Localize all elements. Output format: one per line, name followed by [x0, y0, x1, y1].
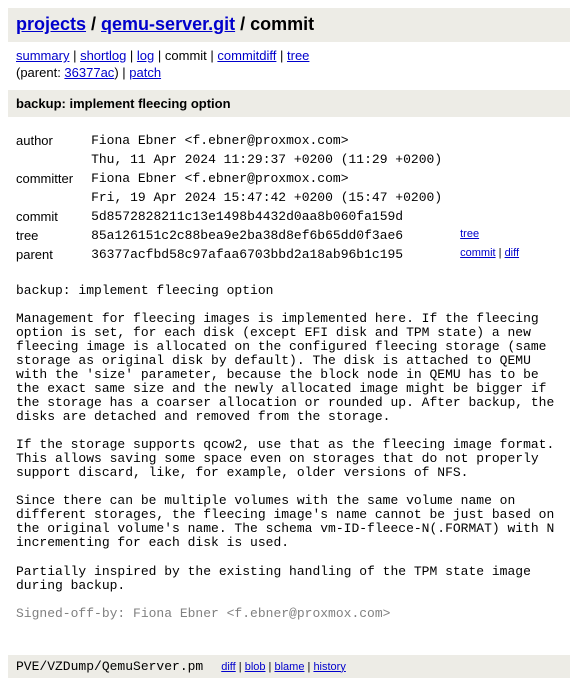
author-label: author	[16, 131, 91, 150]
sep: |	[496, 247, 505, 259]
msg-para: Partially inspired by the existing handl…	[16, 565, 562, 593]
sep: |	[154, 48, 165, 63]
meta-row-author-date: Thu, 11 Apr 2024 11:29:37 +0200 (11:29 +…	[16, 150, 537, 169]
parent-hash: 36377acfbd58c97afaa6703bbd2a18ab96b1c195	[91, 245, 460, 264]
meta-row-tree: tree 85a126151c2c88bea9e2ba38d8ef6b65dd0…	[16, 226, 537, 245]
committer-label: committer	[16, 169, 91, 188]
nav-shortlog[interactable]: shortlog	[80, 48, 126, 63]
sep: |	[69, 48, 80, 63]
repo-link[interactable]: qemu-server.git	[101, 14, 235, 34]
msg-subject: backup: implement fleecing option	[16, 284, 562, 298]
file-blob-link[interactable]: blob	[245, 661, 266, 673]
nav-commitdiff[interactable]: commitdiff	[217, 48, 276, 63]
sep: |	[266, 661, 275, 673]
commit-suffix: / commit	[235, 14, 314, 34]
tree-link[interactable]: tree	[460, 228, 479, 240]
parent-open: (parent:	[16, 65, 64, 80]
page-header: projects / qemu-server.git / commit	[8, 8, 570, 42]
sep: |	[126, 48, 137, 63]
author-value: Fiona Ebner <f.ebner@proxmox.com>	[91, 131, 460, 150]
meta-row-parent: parent 36377acfbd58c97afaa6703bbd2a18ab9…	[16, 245, 537, 264]
msg-para: If the storage supports qcow2, use that …	[16, 438, 562, 480]
parent-short-link[interactable]: 36377ac	[64, 65, 114, 80]
meta-table: author Fiona Ebner <f.ebner@proxmox.com>…	[16, 131, 537, 264]
sep: /	[86, 14, 101, 34]
meta-row-commit: commit 5d8572828211c13e1498b4432d0aa8b06…	[16, 207, 537, 226]
parent-line: (parent: 36377ac) | patch	[8, 65, 570, 90]
commit-message: backup: implement fleecing option Manage…	[8, 284, 570, 655]
nav-log[interactable]: log	[137, 48, 154, 63]
sep: |	[236, 661, 245, 673]
author-date: Thu, 11 Apr 2024 11:29:37 +0200 (11:29 +…	[91, 150, 460, 169]
file-name: PVE/VZDump/QemuServer.pm	[16, 659, 203, 674]
tree-label: tree	[16, 226, 91, 245]
file-diff-link[interactable]: diff	[221, 661, 235, 673]
msg-para: Since there can be multiple volumes with…	[16, 494, 562, 550]
patch-link[interactable]: patch	[129, 65, 161, 80]
sep: |	[207, 48, 218, 63]
nav: summary | shortlog | log | commit | comm…	[8, 42, 570, 65]
tree-hash: 85a126151c2c88bea9e2ba38d8ef6b65dd0f3ae6	[91, 226, 460, 245]
commit-hash: 5d8572828211c13e1498b4432d0aa8b060fa159d	[91, 207, 460, 226]
meta-row-committer: committer Fiona Ebner <f.ebner@proxmox.c…	[16, 169, 537, 188]
commit-label: commit	[16, 207, 91, 226]
nav-tree[interactable]: tree	[287, 48, 309, 63]
file-blame-link[interactable]: blame	[274, 661, 304, 673]
nav-commit-current: commit	[165, 48, 207, 63]
meta-row-committer-date: Fri, 19 Apr 2024 15:47:42 +0200 (15:47 +…	[16, 188, 537, 207]
parent-commit-link[interactable]: commit	[460, 247, 495, 259]
nav-summary[interactable]: summary	[16, 48, 69, 63]
parent-close: ) |	[114, 65, 129, 80]
parent-label: parent	[16, 245, 91, 264]
file-history-link[interactable]: history	[313, 661, 345, 673]
committer-value: Fiona Ebner <f.ebner@proxmox.com>	[91, 169, 460, 188]
sep: |	[304, 661, 313, 673]
projects-link[interactable]: projects	[16, 14, 86, 34]
file-links: diff | blob | blame | history	[221, 661, 346, 673]
file-diff-header: PVE/VZDump/QemuServer.pm diff | blob | b…	[8, 655, 570, 678]
msg-signoff: Signed-off-by: Fiona Ebner <f.ebner@prox…	[16, 607, 562, 621]
sep: |	[276, 48, 287, 63]
msg-para: Management for fleecing images is implem…	[16, 312, 562, 424]
parent-diff-link[interactable]: diff	[505, 247, 519, 259]
committer-date: Fri, 19 Apr 2024 15:47:42 +0200 (15:47 +…	[91, 188, 460, 207]
meta-row-author: author Fiona Ebner <f.ebner@proxmox.com>	[16, 131, 537, 150]
commit-title: backup: implement fleecing option	[8, 90, 570, 117]
